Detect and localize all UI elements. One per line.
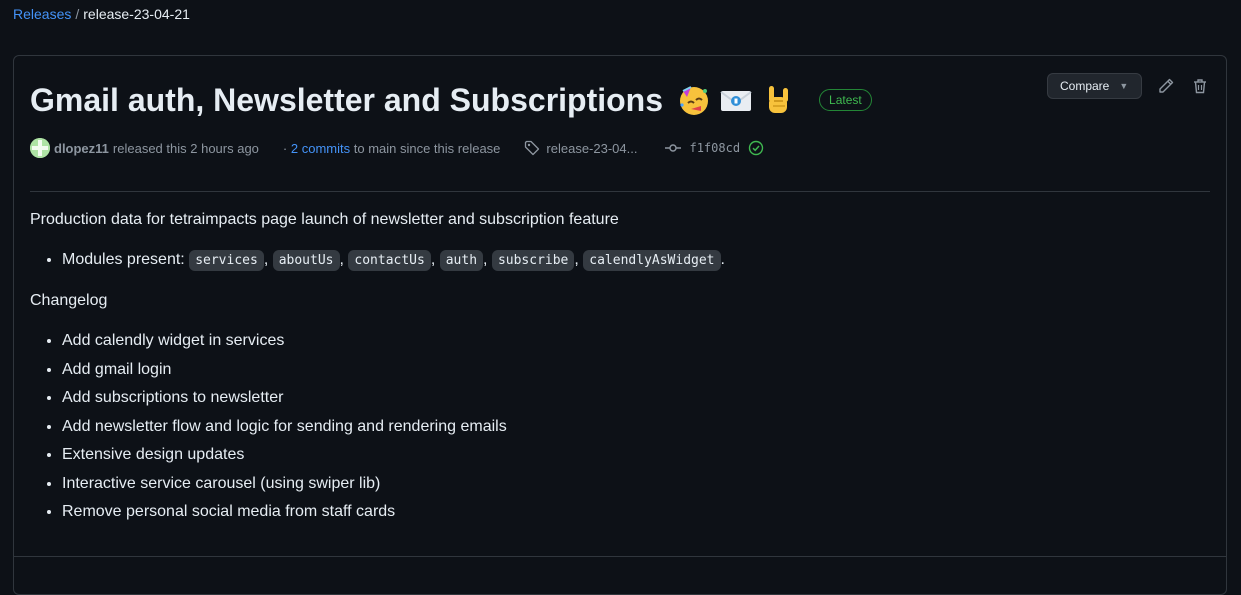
envelope-icon (720, 91, 752, 111)
module-code: services (189, 250, 264, 271)
commits-suffix: to main since this release (353, 140, 501, 156)
latest-badge: Latest (819, 89, 872, 111)
changelog-list: Add calendly widget in services Add gmai… (30, 329, 1210, 524)
commit-sha[interactable]: f1f08cd (665, 140, 764, 156)
release-card: Gmail auth, Newsletter and Subscriptions (13, 55, 1227, 595)
avatar[interactable] (30, 138, 50, 158)
compare-button[interactable]: Compare ▼ (1047, 73, 1142, 99)
release-meta: dlopez11 released this 2 hours ago · 2 c… (30, 138, 764, 158)
tag-icon (525, 140, 540, 156)
changelog-title: Changelog (30, 292, 108, 309)
release-title: Gmail auth, Newsletter and Subscriptions (30, 82, 664, 118)
changelog-item: Remove personal social media from staff … (62, 500, 1210, 524)
sign-of-the-horns-icon (769, 86, 789, 113)
release-actions: Compare ▼ (1047, 73, 1210, 99)
changelog-item: Add newsletter flow and logic for sendin… (62, 415, 1210, 439)
edit-button[interactable] (1156, 76, 1176, 96)
verified-check-icon (748, 140, 764, 156)
module-code: aboutUs (272, 250, 340, 271)
modules-list: Modules present: services, aboutUs, cont… (30, 248, 1210, 273)
module-code: auth (439, 250, 484, 271)
changelog-item: Add gmail login (62, 358, 1210, 382)
commit-sha-text: f1f08cd (689, 141, 741, 155)
release-tag[interactable]: release-23-04... (524, 140, 637, 156)
release-intro: Production data for tetraimpacts page la… (30, 211, 619, 228)
commits-link[interactable]: 2 commits (291, 141, 350, 156)
title-emojis (677, 83, 795, 117)
tag-name: release-23-04... (546, 140, 638, 156)
compare-label: Compare (1060, 79, 1110, 93)
git-commit-icon (665, 144, 682, 152)
release-notes: Production data for tetraimpacts page la… (30, 206, 1210, 540)
chevron-down-icon: ▼ (1119, 81, 1129, 91)
header-divider (30, 191, 1210, 192)
modules-item: Modules present: services, aboutUs, cont… (62, 248, 1210, 273)
commits-dot: · (282, 140, 288, 156)
module-code: subscribe (491, 250, 575, 271)
card-footer-divider (14, 556, 1226, 557)
avatar-identicon (30, 138, 50, 158)
module-code: calendlyAsWidget (583, 250, 721, 271)
modules-end: . (720, 251, 725, 268)
changelog-item: Add calendly widget in services (62, 329, 1210, 353)
changelog-item: Interactive service carousel (using swip… (62, 472, 1210, 496)
trash-icon (1194, 79, 1206, 94)
breadcrumb-separator: / (75, 6, 80, 22)
commits-info: · 2 commits to main since this release (283, 141, 501, 156)
module-code: contactUs (348, 250, 431, 271)
breadcrumb-current: release-23-04-21 (83, 6, 190, 22)
breadcrumb: Releases / release-23-04-21 (13, 5, 190, 23)
delete-button[interactable] (1190, 76, 1210, 96)
released-time: released this 2 hours ago (112, 140, 259, 156)
author-link[interactable]: dlopez11 (54, 141, 109, 156)
partying-face-icon (680, 86, 709, 115)
modules-label: Modules present: (62, 251, 185, 268)
title-row: Gmail auth, Newsletter and Subscriptions (30, 80, 872, 120)
breadcrumb-releases-link[interactable]: Releases (13, 6, 71, 22)
changelog-item: Add subscriptions to newsletter (62, 386, 1210, 410)
pencil-icon (1159, 78, 1174, 93)
changelog-item: Extensive design updates (62, 443, 1210, 467)
